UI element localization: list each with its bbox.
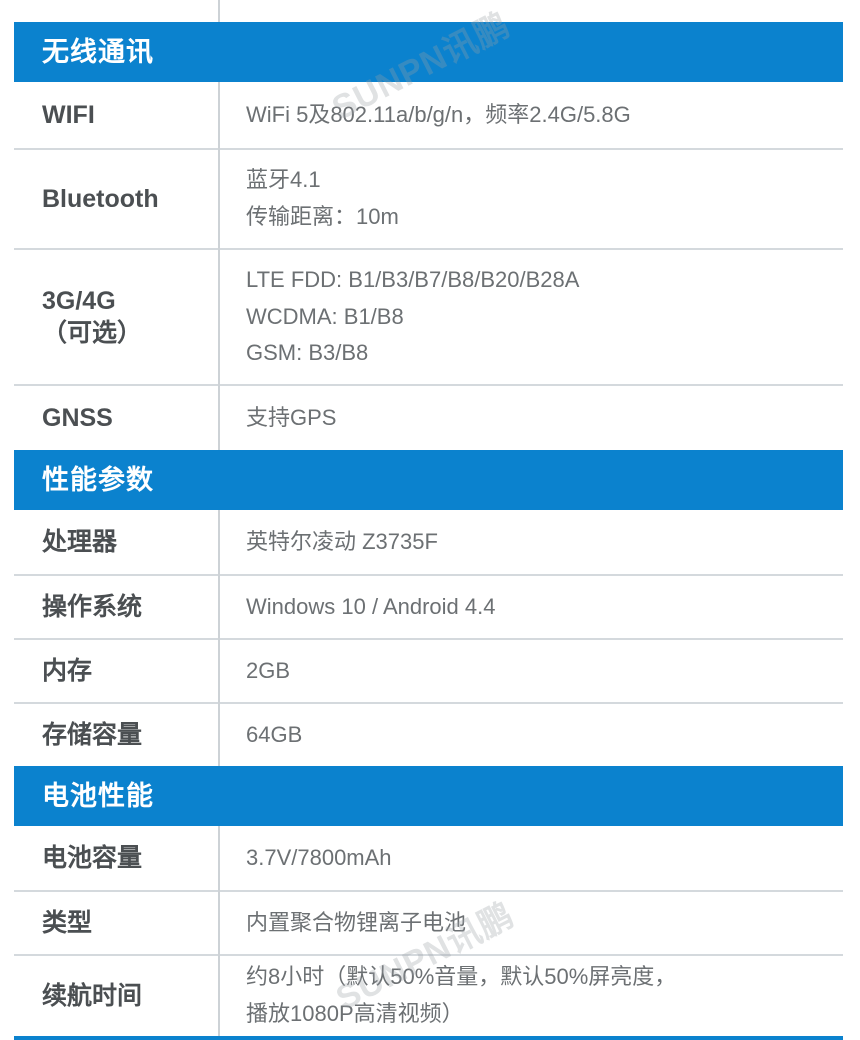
row-label-line: GNSS xyxy=(42,404,113,432)
row-value-line: LTE FDD: B1/B3/B7/B8/B20/B28A xyxy=(246,266,580,292)
row-value-line: 64GB xyxy=(246,721,303,747)
row-value-line: Windows 10 / Android 4.4 xyxy=(246,593,496,619)
row-label-line: 内存 xyxy=(42,657,93,685)
table-row: 处理器 英特尔凌动 Z3735F xyxy=(14,510,843,574)
row-label: 内存 xyxy=(14,638,218,702)
row-label: 类型 xyxy=(14,890,218,954)
row-value-line: 传输距离：10m xyxy=(246,204,399,229)
row-label: 电池容量 xyxy=(14,826,218,890)
row-label-line: （可选） xyxy=(42,319,143,347)
row-value-line: 约8小时（默认50%音量，默认50%屏亮度， xyxy=(246,964,677,990)
row-value-line: 蓝牙4.1 xyxy=(246,167,321,193)
row-value: 3.7V/7800mAh xyxy=(220,826,843,890)
row-label: GNSS xyxy=(14,384,218,450)
row-value: 英特尔凌动 Z3735F xyxy=(220,510,843,574)
row-label: 操作系统 xyxy=(14,574,218,638)
section-title: 无线通讯 xyxy=(42,36,154,67)
table-row: 3G/4G （可选） LTE FDD: B1/B3/B7/B8/B20/B28A… xyxy=(14,248,843,384)
row-value-line: 支持GPS xyxy=(246,404,337,430)
spec-table-wireless: WIFI WiFi 5及802.11a/b/g/n，频率2.4G/5.8G Bl… xyxy=(14,82,843,450)
row-value: 支持GPS xyxy=(220,384,843,450)
row-label: WIFI xyxy=(14,82,218,148)
row-value: LTE FDD: B1/B3/B7/B8/B20/B28A WCDMA: B1/… xyxy=(220,248,843,384)
table-row: 类型 内置聚合物锂离子电池 xyxy=(14,890,843,954)
row-label-line: 3G/4G xyxy=(42,287,116,315)
row-label: 续航时间 xyxy=(14,954,218,1036)
row-label: 3G/4G （可选） xyxy=(14,248,218,384)
table-row: 续航时间 约8小时（默认50%音量，默认50%屏亮度， 播放1080P高清视频） xyxy=(14,954,843,1036)
table-row: 操作系统 Windows 10 / Android 4.4 xyxy=(14,574,843,638)
table-row: 内存 2GB xyxy=(14,638,843,702)
row-label-line: 电池容量 xyxy=(42,844,143,872)
row-label: Bluetooth xyxy=(14,148,218,248)
row-value-line: 播放1080P高清视频） xyxy=(246,1001,464,1026)
next-section-header-sliver xyxy=(14,1036,843,1040)
row-label-line: 类型 xyxy=(42,909,93,937)
row-label-line: WIFI xyxy=(42,101,95,129)
row-value: 64GB xyxy=(220,702,843,766)
row-value-line: 3.7V/7800mAh xyxy=(246,844,392,870)
clipped-previous-row xyxy=(14,0,843,22)
table-row: 存储容量 64GB xyxy=(14,702,843,766)
row-value-line: 内置聚合物锂离子电池 xyxy=(246,909,467,935)
section-title: 性能参数 xyxy=(42,464,154,495)
row-label-line: Bluetooth xyxy=(42,185,159,213)
row-value: Windows 10 / Android 4.4 xyxy=(220,574,843,638)
table-row: WIFI WiFi 5及802.11a/b/g/n，频率2.4G/5.8G xyxy=(14,82,843,148)
row-value-line: 2GB xyxy=(246,657,291,683)
row-label: 存储容量 xyxy=(14,702,218,766)
spec-table-battery: 电池容量 3.7V/7800mAh 类型 内置聚合物锂离子电池 续航时间 约8小… xyxy=(14,826,843,1036)
row-value: WiFi 5及802.11a/b/g/n，频率2.4G/5.8G xyxy=(220,82,843,148)
row-value-line: WiFi 5及802.11a/b/g/n，频率2.4G/5.8G xyxy=(246,101,631,127)
row-label: 处理器 xyxy=(14,510,218,574)
section-header-wireless: 无线通讯 xyxy=(14,22,843,82)
row-value: 蓝牙4.1 传输距离：10m xyxy=(220,148,843,248)
row-value-line: 英特尔凌动 Z3735F xyxy=(246,528,438,554)
table-row: 电池容量 3.7V/7800mAh xyxy=(14,826,843,890)
row-value: 内置聚合物锂离子电池 xyxy=(220,890,843,954)
section-header-battery: 电池性能 xyxy=(14,766,843,826)
row-value-line: GSM: B3/B8 xyxy=(246,340,369,366)
table-row: GNSS 支持GPS xyxy=(14,384,843,450)
section-header-performance: 性能参数 xyxy=(14,450,843,510)
row-label-line: 续航时间 xyxy=(42,982,143,1010)
row-label-line: 处理器 xyxy=(42,528,118,556)
row-label-line: 存储容量 xyxy=(42,721,143,749)
row-value: 约8小时（默认50%音量，默认50%屏亮度， 播放1080P高清视频） xyxy=(220,954,843,1036)
row-value: 2GB xyxy=(220,638,843,702)
specification-sheet: 无线通讯 WIFI WiFi 5及802.11a/b/g/n，频率2.4G/5.… xyxy=(0,0,860,1040)
table-row: Bluetooth 蓝牙4.1 传输距离：10m xyxy=(14,148,843,248)
spec-table-performance: 处理器 英特尔凌动 Z3735F 操作系统 Windows 10 / Andro… xyxy=(14,510,843,766)
section-title: 电池性能 xyxy=(42,780,154,811)
row-value-line: WCDMA: B1/B8 xyxy=(246,303,404,329)
row-label-line: 操作系统 xyxy=(42,593,143,621)
column-divider xyxy=(218,0,220,22)
